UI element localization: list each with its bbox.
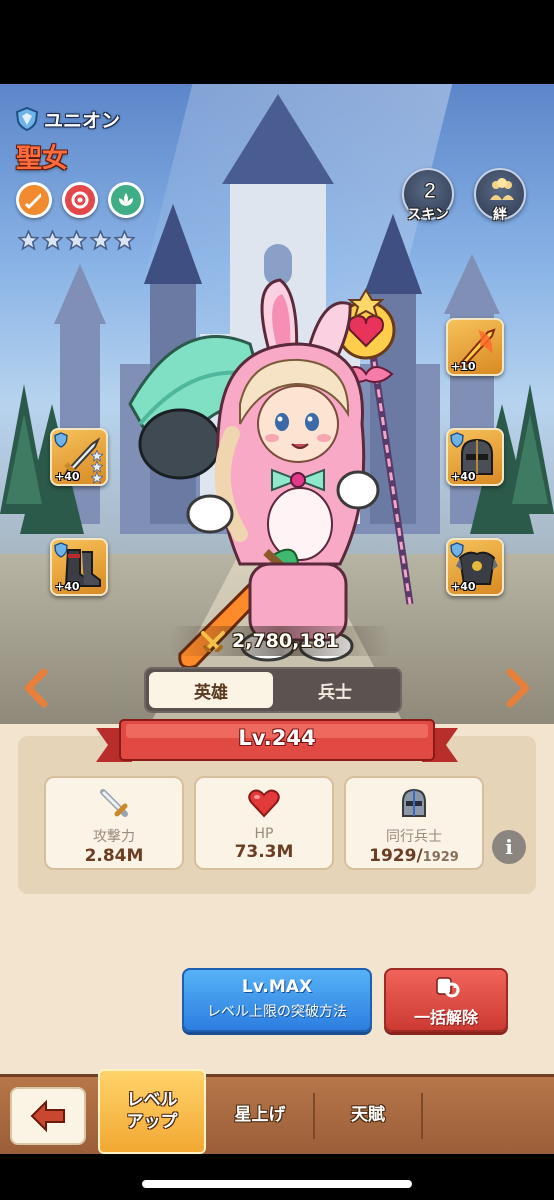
home-indicator-area (0, 1154, 554, 1200)
tab-star-up[interactable]: 星上げ (208, 1077, 312, 1154)
weapon-level: +40 (55, 470, 80, 483)
hanger-icon: 2 (423, 178, 436, 204)
boots-level: +40 (55, 580, 80, 593)
attack-value: 2.84M (84, 846, 144, 866)
hp-label: HP (254, 826, 274, 842)
home-indicator[interactable] (142, 1180, 412, 1188)
faction-shield-icon (16, 107, 38, 131)
skin-button[interactable]: 2 スキン (402, 168, 454, 223)
artifact-slot[interactable]: +10 (446, 318, 504, 376)
star-icon (90, 230, 111, 251)
knight-helmet-icon (402, 788, 426, 817)
reset-icon (436, 977, 460, 998)
hp-value: 73.3M (234, 842, 294, 862)
mini-stars-icon (91, 450, 103, 484)
lv-max-subtitle: レベル上限の突破方法 (207, 1004, 347, 1020)
faction-label: ユニオン (16, 106, 120, 132)
armor-slot[interactable]: +40 (446, 538, 504, 596)
level-banner: Lv.244 (96, 718, 458, 766)
star-icon (42, 230, 63, 251)
skin-label: スキン (407, 207, 449, 223)
armor-level: +40 (451, 580, 476, 593)
tab-soldier[interactable]: 兵士 (273, 672, 397, 708)
combat-power-value: 2,780,181 (232, 630, 339, 652)
hero-soldier-tabs: 英雄 兵士 (144, 667, 402, 713)
star-icon (18, 230, 39, 251)
back-button[interactable] (10, 1087, 86, 1145)
combat-power: 2,780,181 (170, 624, 390, 658)
tab-talent[interactable]: 天賦 (316, 1077, 420, 1154)
info-icon[interactable]: i (492, 830, 526, 864)
faction-name: ユニオン (44, 109, 121, 132)
hero-character[interactable] (100, 274, 440, 674)
soldier-stat: 同行兵士 1929/1929 (344, 776, 484, 870)
hp-stat: HP 73.3M (194, 776, 334, 870)
soldier-value: 1929/ (369, 846, 423, 866)
skill-list (16, 182, 144, 218)
tab-level-up[interactable]: レベル アップ (98, 1069, 206, 1154)
soldier-label: 同行兵士 (386, 829, 442, 845)
hero-level: Lv.244 (238, 726, 316, 750)
heart-icon (248, 789, 280, 818)
helmet-slot[interactable]: +40 (446, 428, 504, 486)
crossed-swords-icon (201, 631, 225, 652)
weapon-slot[interactable]: +40 (50, 428, 108, 486)
sword-icon (100, 789, 128, 817)
skill-lotus-icon[interactable] (108, 182, 144, 218)
skill-sword-icon[interactable] (16, 182, 52, 218)
svg-text:2: 2 (424, 178, 436, 203)
level-up-line1: レベル (126, 1090, 178, 1111)
attack-label: 攻撃力 (93, 829, 135, 845)
attack-stat: 攻撃力 2.84M (44, 776, 184, 870)
bond-button[interactable]: 絆 (474, 168, 526, 223)
soldier-max: 1929 (422, 850, 459, 865)
bulk-release-label: 一括解除 (413, 1008, 478, 1027)
helmet-level: +40 (451, 470, 476, 483)
bottom-navigation: レベル アップ 星上げ 天賦 (0, 1069, 554, 1154)
skill-swirl-icon[interactable] (62, 182, 98, 218)
next-hero-arrow-icon[interactable] (504, 668, 534, 708)
group-icon (490, 178, 514, 200)
tab-hero[interactable]: 英雄 (149, 672, 273, 708)
lv-max-title: Lv.MAX (241, 977, 313, 997)
boots-slot[interactable]: +40 (50, 538, 108, 596)
previous-hero-arrow-icon[interactable] (20, 668, 50, 708)
artifact-level: +10 (451, 360, 476, 373)
level-up-line2: アップ (126, 1111, 178, 1132)
star-icon (66, 230, 87, 251)
bond-label: 絆 (493, 207, 507, 223)
status-bar (0, 0, 554, 84)
bulk-release-button[interactable]: 一括解除 (384, 968, 508, 1032)
hero-name: 聖女 (16, 144, 69, 174)
star-icon (114, 230, 135, 251)
back-arrow-icon (30, 1099, 65, 1133)
lv-max-button[interactable]: Lv.MAX レベル上限の突破方法 (182, 968, 372, 1032)
hero-star-rating (18, 230, 135, 251)
